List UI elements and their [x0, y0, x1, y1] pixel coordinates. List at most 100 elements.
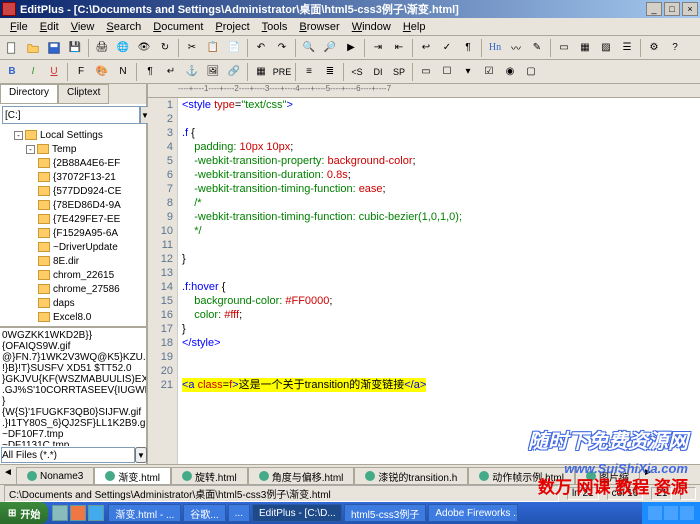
- menu-window[interactable]: Window: [346, 20, 397, 34]
- tab-scroll-right[interactable]: ►: [640, 465, 656, 484]
- code-line[interactable]: .f:hover {: [182, 280, 700, 294]
- wordwrap-button[interactable]: ↩: [416, 38, 436, 58]
- taskbar-button[interactable]: html5-css3例子: [344, 504, 426, 522]
- marker-button[interactable]: ✎: [527, 38, 547, 58]
- table-button[interactable]: ▦: [251, 62, 271, 82]
- break-button[interactable]: ↵: [161, 62, 181, 82]
- quicklaunch-icon[interactable]: [70, 505, 86, 521]
- doc-tab[interactable]: 漆锐的transition.h: [354, 467, 468, 484]
- directory-tab[interactable]: Directory: [0, 84, 58, 104]
- quicklaunch-icon[interactable]: [88, 505, 104, 521]
- tree-item[interactable]: ~DriverUpdate: [2, 240, 144, 254]
- file-item[interactable]: .}I1TY80S_6}QJ2SF}LL1K2B9.gif: [2, 418, 144, 429]
- italic-button[interactable]: I: [23, 62, 43, 82]
- doc-tab[interactable]: 图片缩: [575, 467, 640, 484]
- anchor-button[interactable]: ⚓: [182, 62, 202, 82]
- select-button[interactable]: ▾: [458, 62, 478, 82]
- menu-browser[interactable]: Browser: [293, 20, 345, 34]
- menu-view[interactable]: View: [65, 20, 101, 34]
- code-line[interactable]: [182, 364, 700, 378]
- tab-scroll-left[interactable]: ◄: [0, 465, 16, 484]
- replace-button[interactable]: 🔎: [320, 38, 340, 58]
- textarea-button[interactable]: ▢: [521, 62, 541, 82]
- list-button[interactable]: ☰: [617, 38, 637, 58]
- link-button[interactable]: 🔗: [224, 62, 244, 82]
- undo-button[interactable]: ↶: [251, 38, 271, 58]
- refresh-button[interactable]: ↻: [155, 38, 175, 58]
- color-button[interactable]: 🎨: [92, 62, 112, 82]
- code-line[interactable]: color: #fff;: [182, 308, 700, 322]
- code-line[interactable]: </style>: [182, 336, 700, 350]
- copy-button[interactable]: 📋: [203, 38, 223, 58]
- doc-tab[interactable]: 动作帧示例.html: [468, 467, 575, 484]
- center-button[interactable]: PRE: [272, 62, 292, 82]
- taskbar-button[interactable]: 谷歌...: [183, 504, 225, 522]
- file-filter-input[interactable]: [1, 447, 135, 463]
- code-line[interactable]: /*: [182, 196, 700, 210]
- nbsp-button[interactable]: N: [113, 62, 133, 82]
- close-button[interactable]: ×: [682, 2, 698, 16]
- tile-button[interactable]: ▦: [575, 38, 595, 58]
- tree-item[interactable]: {2B88A4E6-EF: [2, 156, 144, 170]
- di-button[interactable]: DI: [368, 62, 388, 82]
- taskbar-button[interactable]: EditPlus - [C:\D...: [252, 504, 342, 522]
- image-button[interactable]: 🖼: [203, 62, 223, 82]
- new-file-button[interactable]: [2, 38, 22, 58]
- font-button[interactable]: F: [71, 62, 91, 82]
- paste-button[interactable]: 📄: [224, 38, 244, 58]
- tree-item[interactable]: -Temp: [2, 142, 144, 156]
- para-button[interactable]: ¶: [140, 62, 160, 82]
- file-item[interactable]: }GKJVU{KF(WSZMABUULIS)EX..jpg: [2, 374, 144, 385]
- menu-edit[interactable]: Edit: [34, 20, 65, 34]
- ruler-button[interactable]: 〰: [506, 38, 526, 58]
- quicklaunch-icon[interactable]: [52, 505, 68, 521]
- radio-button[interactable]: ◉: [500, 62, 520, 82]
- maximize-button[interactable]: □: [664, 2, 680, 16]
- taskbar-button[interactable]: Adobe Fireworks ...: [428, 504, 518, 522]
- menu-search[interactable]: Search: [100, 20, 147, 34]
- redo-button[interactable]: ↷: [272, 38, 292, 58]
- code-line[interactable]: background-color: #FF0000;: [182, 294, 700, 308]
- menu-tools[interactable]: Tools: [256, 20, 294, 34]
- whitespace-button[interactable]: ¶: [458, 38, 478, 58]
- tree-item[interactable]: 8E.dir: [2, 254, 144, 268]
- file-item[interactable]: .GJ%S'10CORRTASEEV{IUGWM.gif: [2, 385, 144, 396]
- taskbar-button[interactable]: ...: [228, 504, 250, 522]
- code-line[interactable]: }: [182, 252, 700, 266]
- save-all-button[interactable]: 💾: [65, 38, 85, 58]
- tree-item[interactable]: {37072F13-21: [2, 170, 144, 184]
- tree-item[interactable]: daps: [2, 296, 144, 310]
- cascade-button[interactable]: ▨: [596, 38, 616, 58]
- code-line[interactable]: */: [182, 224, 700, 238]
- code-line[interactable]: -webkit-transition-timing-function: cubi…: [182, 210, 700, 224]
- start-button[interactable]: ⊞开始: [0, 502, 48, 524]
- file-item[interactable]: }{W{S}'1FUGKF3QB0}SIJFW.gif: [2, 396, 144, 418]
- preview-button[interactable]: 👁: [134, 38, 154, 58]
- outdent-button[interactable]: ⇤: [389, 38, 409, 58]
- tree-item[interactable]: -Local Settings: [2, 128, 144, 142]
- find-button[interactable]: 🔍: [299, 38, 319, 58]
- doc-tab[interactable]: Noname3: [16, 467, 94, 484]
- code-line[interactable]: [182, 266, 700, 280]
- settings-button[interactable]: ⚙: [644, 38, 664, 58]
- file-item[interactable]: ~DF10F7.tmp: [2, 429, 144, 440]
- doc-tab[interactable]: 角度与偏移.html: [248, 467, 355, 484]
- doc-tab[interactable]: 渐变.html: [94, 467, 171, 484]
- file-filter-dropdown[interactable]: ▼: [135, 447, 147, 463]
- window-button[interactable]: ▭: [554, 38, 574, 58]
- save-button[interactable]: [44, 38, 64, 58]
- menu-project[interactable]: Project: [209, 20, 255, 34]
- indent-button[interactable]: ⇥: [368, 38, 388, 58]
- code-line[interactable]: padding: 10px 10px;: [182, 140, 700, 154]
- code-line[interactable]: [182, 238, 700, 252]
- file-list[interactable]: 0WGZKK1WKD2B}}{OFAIQS9W.gif@}FN.7}1WK2V3…: [0, 326, 146, 446]
- file-item[interactable]: 0WGZKK1WKD2B}}{OFAIQS9W.gif: [2, 330, 144, 352]
- code-line[interactable]: -webkit-transition-duration: 0.8s;: [182, 168, 700, 182]
- code-line[interactable]: [182, 112, 700, 126]
- tray-icon[interactable]: [648, 506, 662, 520]
- drive-combo[interactable]: [2, 106, 140, 124]
- help-button[interactable]: ?: [665, 38, 685, 58]
- form-button[interactable]: ▭: [416, 62, 436, 82]
- folder-tree[interactable]: -Local Settings-Temp{2B88A4E6-EF{37072F1…: [0, 126, 146, 326]
- open-button[interactable]: [23, 38, 43, 58]
